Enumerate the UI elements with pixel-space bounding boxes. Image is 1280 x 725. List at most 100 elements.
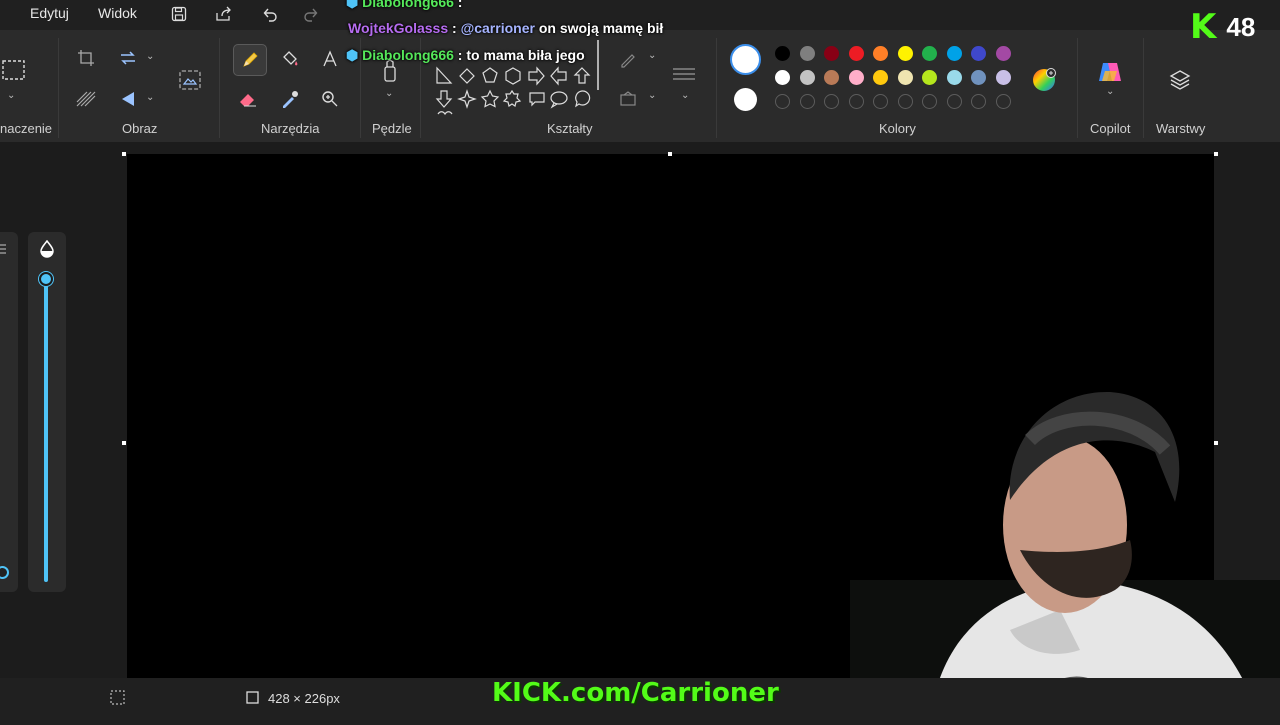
brush-size-panel	[28, 232, 66, 592]
undo-icon[interactable]	[259, 3, 281, 25]
canvas-handle[interactable]	[1214, 152, 1218, 156]
custom-color-slot[interactable]	[775, 94, 790, 109]
color-swatch[interactable]	[824, 70, 839, 85]
fill-style-icon[interactable]	[614, 85, 642, 113]
slider-thumb[interactable]	[0, 566, 9, 579]
color-swatch[interactable]	[799, 46, 815, 61]
selection-rect-icon[interactable]	[0, 56, 28, 84]
chat-separator: :	[453, 47, 467, 63]
group-label-brushes: Pędzle	[372, 121, 412, 136]
color-swatch[interactable]	[946, 46, 962, 61]
chevron-down-icon[interactable]: ⌄	[1106, 86, 1114, 97]
color-swatch[interactable]	[848, 70, 864, 85]
group-label-shapes: Kształty	[547, 121, 593, 136]
color-swatch[interactable]	[873, 46, 888, 61]
color-swatch[interactable]	[873, 70, 888, 85]
group-label-image: Obraz	[122, 121, 158, 136]
color-swatch[interactable]	[775, 46, 790, 61]
brush-size-slider-track[interactable]	[44, 280, 48, 582]
chevron-down-icon[interactable]: ⌄	[146, 92, 154, 103]
fill-bucket-icon[interactable]	[276, 45, 304, 73]
divider	[219, 38, 220, 138]
custom-color-slot[interactable]	[799, 94, 815, 109]
chevron-down-icon[interactable]: ⌄	[7, 90, 15, 101]
menu-edit[interactable]: Edytuj	[30, 5, 69, 21]
line-weight-icon[interactable]	[670, 60, 698, 88]
custom-color-slot[interactable]	[897, 94, 913, 109]
share-icon[interactable]	[213, 3, 235, 25]
group-label-selection: naczenie	[0, 121, 53, 136]
brush-size-slider-thumb[interactable]	[39, 272, 53, 286]
color-swatch[interactable]	[922, 46, 937, 61]
selection-icon[interactable]	[110, 690, 125, 705]
chat-mention: @carrioner	[460, 20, 535, 36]
color-swatch[interactable]	[775, 70, 790, 85]
chat-username: Diabolong666	[362, 47, 454, 63]
webcam-overlay	[850, 380, 1280, 720]
magnifier-icon[interactable]	[316, 85, 344, 113]
divider	[716, 38, 717, 138]
outline-icon[interactable]	[614, 46, 642, 74]
chat-separator: :	[453, 0, 463, 10]
custom-color-slot[interactable]	[922, 94, 937, 109]
chat-separator: :	[448, 20, 461, 36]
custom-color-slot[interactable]	[848, 94, 864, 109]
chevron-down-icon[interactable]: ⌄	[146, 51, 154, 62]
copilot-icon[interactable]	[1096, 58, 1124, 86]
chevron-down-icon[interactable]: ⌄	[385, 88, 393, 99]
chat-text: to mama biła jego	[466, 47, 585, 63]
color-swatch[interactable]	[897, 46, 913, 61]
divider	[58, 38, 59, 138]
color-swatch[interactable]	[971, 46, 986, 61]
pencil-tool-button[interactable]	[233, 44, 267, 76]
chevron-down-icon[interactable]: ⌄	[648, 50, 656, 61]
chat-message: ⬢ Diabolong666 : to mama biła jego	[346, 47, 585, 63]
menu-view[interactable]: Widok	[98, 5, 137, 21]
menu-icon[interactable]	[0, 242, 8, 256]
color-swatch[interactable]	[971, 70, 986, 85]
chat-message: ⬢ Diabolong666 :	[346, 0, 462, 11]
image-fit-icon[interactable]	[176, 66, 204, 94]
custom-color-slot[interactable]	[971, 94, 986, 109]
color-swatch[interactable]	[995, 70, 1011, 85]
color-swatch[interactable]	[799, 70, 815, 85]
color-picker-icon[interactable]	[276, 85, 304, 113]
redo-icon[interactable]	[300, 3, 322, 25]
chat-username: WojtekGolasss	[348, 20, 449, 36]
color-swatch[interactable]	[848, 46, 864, 61]
canvas-handle[interactable]	[668, 152, 672, 156]
color-swatch[interactable]	[922, 70, 937, 85]
viewer-count: 48	[1226, 11, 1256, 42]
flip-icon[interactable]	[114, 85, 142, 113]
canvas-handle[interactable]	[122, 441, 126, 445]
canvas-size-label: 428 × 226px	[268, 691, 340, 706]
custom-color-slot[interactable]	[824, 94, 839, 109]
crop-icon[interactable]	[72, 44, 100, 72]
save-icon[interactable]	[168, 3, 190, 25]
text-tool-icon[interactable]	[316, 45, 344, 73]
viewer-count-badge: K 48	[1190, 8, 1255, 46]
primary-color[interactable]	[730, 44, 761, 75]
eraser-icon[interactable]	[234, 85, 262, 113]
layers-icon[interactable]	[1166, 66, 1194, 94]
chevron-down-icon[interactable]: ⌄	[648, 90, 656, 101]
color-swatch[interactable]	[995, 46, 1011, 61]
color-swatch[interactable]	[946, 70, 962, 85]
canvas-handle[interactable]	[122, 152, 126, 156]
custom-color-slot[interactable]	[873, 94, 888, 109]
ribbon-toolbar: ⌄ naczenie ⌄ ⌄ Obraz Narzędzia ⌄ Pędzle …	[0, 30, 1280, 143]
kick-logo: K	[1190, 7, 1217, 47]
color-swatch[interactable]	[897, 70, 913, 85]
group-label-colors: Kolory	[879, 121, 916, 136]
rotate-icon[interactable]	[114, 44, 142, 72]
chevron-down-icon[interactable]: ⌄	[681, 90, 689, 101]
group-label-layers: Warstwy	[1156, 121, 1206, 136]
color-swatch[interactable]	[824, 46, 839, 61]
kick-channel-banner: KICK.com/Carrioner	[492, 678, 779, 708]
secondary-color[interactable]	[734, 88, 757, 111]
custom-color-slot[interactable]	[946, 94, 962, 109]
custom-color-slot[interactable]	[995, 94, 1011, 109]
color-wheel-icon[interactable]	[1030, 66, 1058, 94]
chat-text: on swoją mamę bił	[534, 20, 664, 36]
resize-hatch-icon[interactable]	[72, 85, 100, 113]
